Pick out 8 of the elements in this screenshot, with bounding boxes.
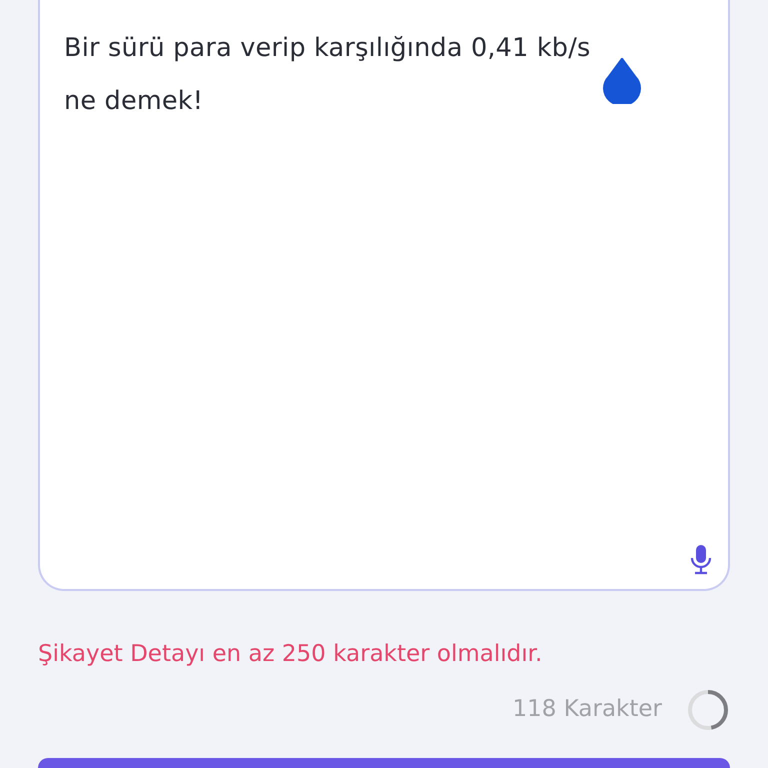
complaint-text: Bir sürü para verip karşılığında 0,41 kb/s ne demek! xyxy=(64,32,592,118)
microphone-icon[interactable] xyxy=(690,545,712,575)
character-count: 118 Karakter xyxy=(512,695,662,724)
text-cursor-handle-icon[interactable] xyxy=(602,58,642,104)
error-message: Şikayet Detayı en az 250 karakter olmalıdır. xyxy=(38,640,544,669)
complaint-text-field[interactable]: Bir sürü para verip karşılığında 0,41 kb/s ne demek! xyxy=(38,0,730,591)
submit-button[interactable] xyxy=(38,758,730,768)
character-progress-ring xyxy=(686,688,730,732)
